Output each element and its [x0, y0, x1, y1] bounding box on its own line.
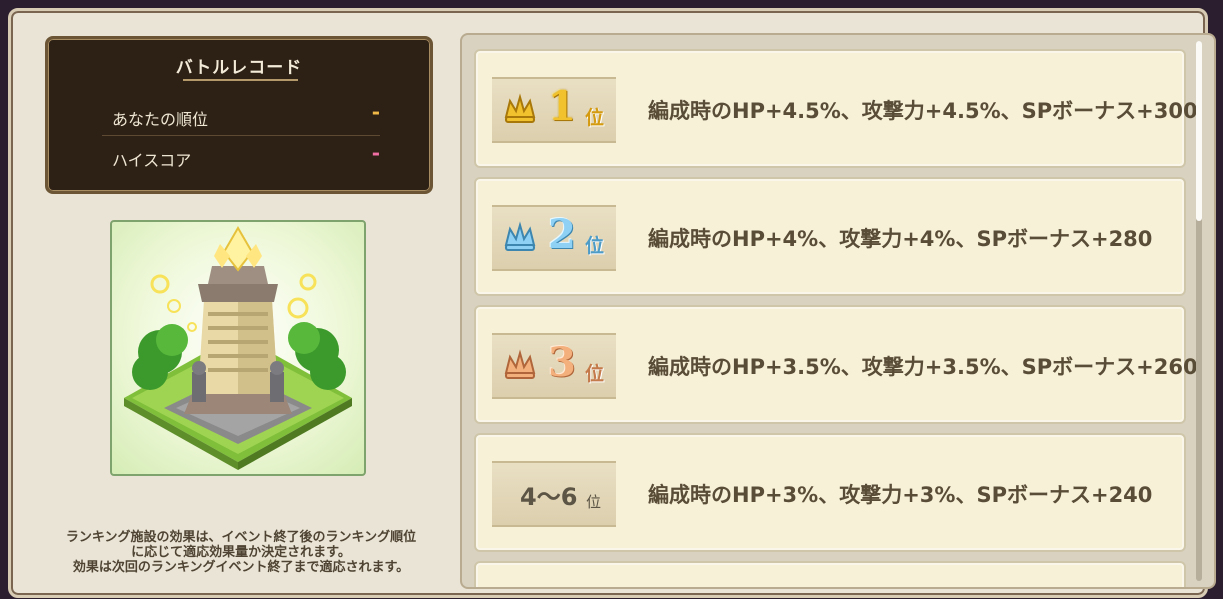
- rank-suffix: 位: [585, 363, 605, 385]
- rank-suffix: 位: [585, 107, 605, 129]
- rank-badge: 2 位: [492, 205, 616, 271]
- reward-card-rank-3: 3 位 編成時のHP+3.5%、攻撃力+3.5%、SPボーナス+260: [474, 305, 1198, 424]
- your-rank-row: あなたの順位 -: [102, 100, 380, 130]
- highscore-value: -: [371, 141, 380, 165]
- rank-number: 2: [548, 211, 576, 258]
- title-underline: [183, 79, 298, 81]
- ranking-effect-note: ランキング施設の効果は、イベント終了後のランキング順位 に応じて適応効果量か決定…: [21, 530, 461, 575]
- reward-card-rank-1: 1 位 編成時のHP+4.5%、攻撃力+4.5%、SPボーナス+300: [474, 49, 1198, 168]
- crown-icon: [504, 221, 536, 251]
- reward-text: 編成時のHP+3%、攻撃力+3%、SPボーナス+240: [648, 483, 1153, 507]
- reward-list-scrollbar[interactable]: [1196, 41, 1202, 581]
- rank-badge: 3 位: [492, 333, 616, 399]
- scrollbar-thumb[interactable]: [1196, 41, 1202, 221]
- note-line-3: 効果は次回のランキングイベント終了まで適応されます。: [72, 560, 410, 575]
- reward-card-rank-2: 2 位 編成時のHP+4%、攻撃力+4%、SPボーナス+280: [474, 177, 1186, 296]
- ranking-monument-image: [110, 220, 366, 476]
- ranking-facility-window: バトルレコード あなたの順位 - ハイスコア - ランキング施設の効果は、イベン…: [8, 8, 1216, 598]
- rank-number: 3: [548, 339, 576, 386]
- reward-text: 編成時のHP+4%、攻撃力+4%、SPボーナス+280: [648, 227, 1153, 251]
- your-rank-label: あなたの順位: [112, 110, 209, 129]
- reward-text: 編成時のHP+3.5%、攻撃力+3.5%、SPボーナス+260: [648, 355, 1198, 379]
- highscore-row: ハイスコア -: [102, 141, 380, 171]
- reward-card-rank-4-6: 4〜6 位 編成時のHP+3%、攻撃力+3%、SPボーナス+240: [474, 433, 1186, 552]
- highscore-label: ハイスコア: [112, 151, 192, 170]
- battle-record-box: バトルレコード あなたの順位 - ハイスコア -: [45, 36, 433, 194]
- rank-number: 4〜6: [520, 483, 578, 511]
- rank-badge: 4〜6 位: [492, 461, 616, 527]
- rank-suffix: 位: [585, 235, 605, 257]
- rank-number: 1: [548, 83, 576, 130]
- rank-suffix: 位: [586, 493, 602, 511]
- your-rank-value: -: [371, 100, 380, 124]
- battle-record-title: バトルレコード: [175, 58, 303, 78]
- reward-list-panel[interactable]: 1 位 編成時のHP+4.5%、攻撃力+4.5%、SPボーナス+300 2 位 …: [460, 33, 1216, 589]
- reward-card-next: [474, 561, 1186, 587]
- note-line-2: に応じて適応効果量か決定されます。: [131, 545, 351, 560]
- crown-icon: [504, 349, 536, 379]
- reward-text: 編成時のHP+4.5%、攻撃力+4.5%、SPボーナス+300: [648, 99, 1198, 123]
- crown-icon: [504, 93, 536, 123]
- note-line-1: ランキング施設の効果は、イベント終了後のランキング順位: [65, 530, 417, 545]
- record-divider: [102, 135, 380, 136]
- rank-badge: 1 位: [492, 77, 616, 143]
